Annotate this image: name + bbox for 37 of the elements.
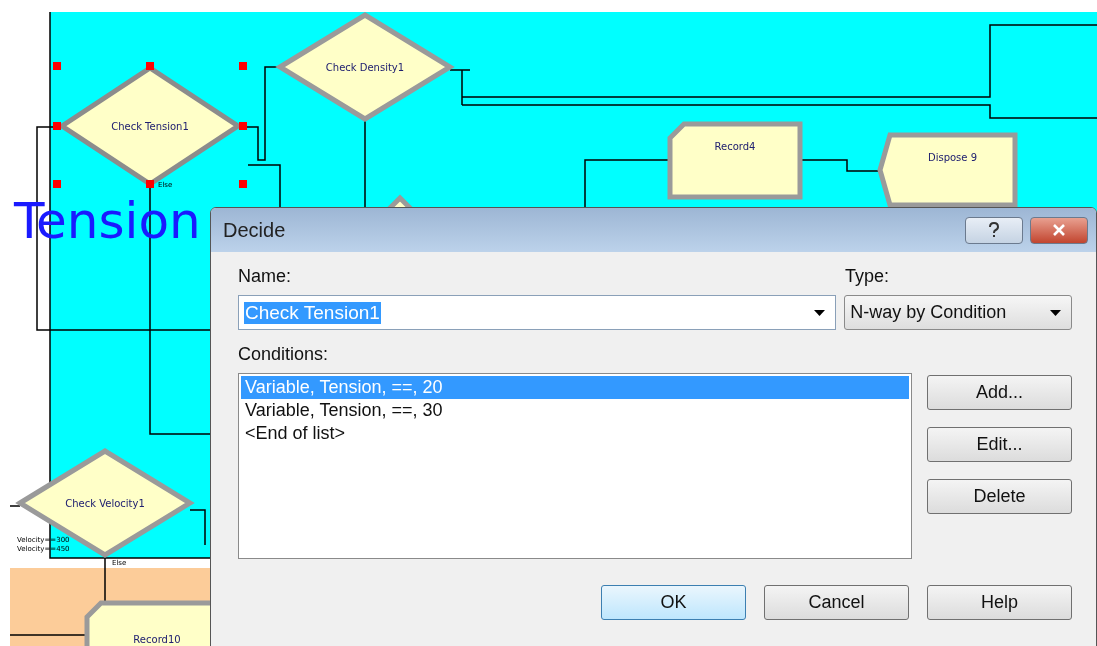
dialog-title: Decide (223, 218, 286, 242)
name-value: Check Tension1 (244, 301, 381, 324)
selection-handle[interactable] (239, 122, 247, 130)
name-label: Name: (238, 266, 292, 287)
selection-handle[interactable] (239, 62, 247, 70)
dialog-button[interactable]: OK (601, 585, 746, 620)
selection-handle[interactable] (53, 62, 61, 70)
list-button[interactable]: Add... (927, 375, 1072, 410)
module-label: Check Tension1 (111, 121, 189, 132)
dropdown-icon (814, 309, 826, 316)
close-icon (1052, 224, 1066, 236)
module-label: Record10 (133, 634, 181, 645)
condition-item[interactable]: Variable, Tension, ==, 30 (241, 399, 909, 422)
list-button[interactable]: Delete (927, 479, 1072, 514)
help-button[interactable] (965, 216, 1023, 244)
dialog-button[interactable]: Help (927, 585, 1072, 620)
selection-handle[interactable] (146, 62, 154, 70)
selection-handle[interactable] (53, 180, 61, 188)
question-icon (988, 222, 1000, 238)
selection-handle[interactable] (239, 180, 247, 188)
dialog-button[interactable]: Cancel (764, 585, 909, 620)
module-label: Dispose 9 (927, 152, 978, 163)
module-label: Record4 (714, 141, 756, 152)
list-button[interactable]: Edit... (927, 427, 1072, 462)
type-value: N-way by Condition (850, 302, 1007, 323)
condition-item[interactable]: <End of list> (241, 422, 909, 445)
selection-handle[interactable] (53, 122, 61, 130)
type-label: Type: (845, 266, 890, 287)
conditions-label: Conditions: (238, 344, 330, 365)
dropdown-icon (1050, 309, 1061, 316)
decide-module[interactable] (15, 448, 195, 558)
close-button[interactable] (1030, 216, 1088, 244)
selection-handle[interactable] (146, 180, 154, 188)
module-label: Check Density1 (325, 62, 405, 73)
module-label: Check Velocity1 (65, 498, 145, 509)
type-dropdown[interactable]: N-way by Condition (844, 295, 1072, 330)
record-module[interactable] (667, 121, 803, 200)
